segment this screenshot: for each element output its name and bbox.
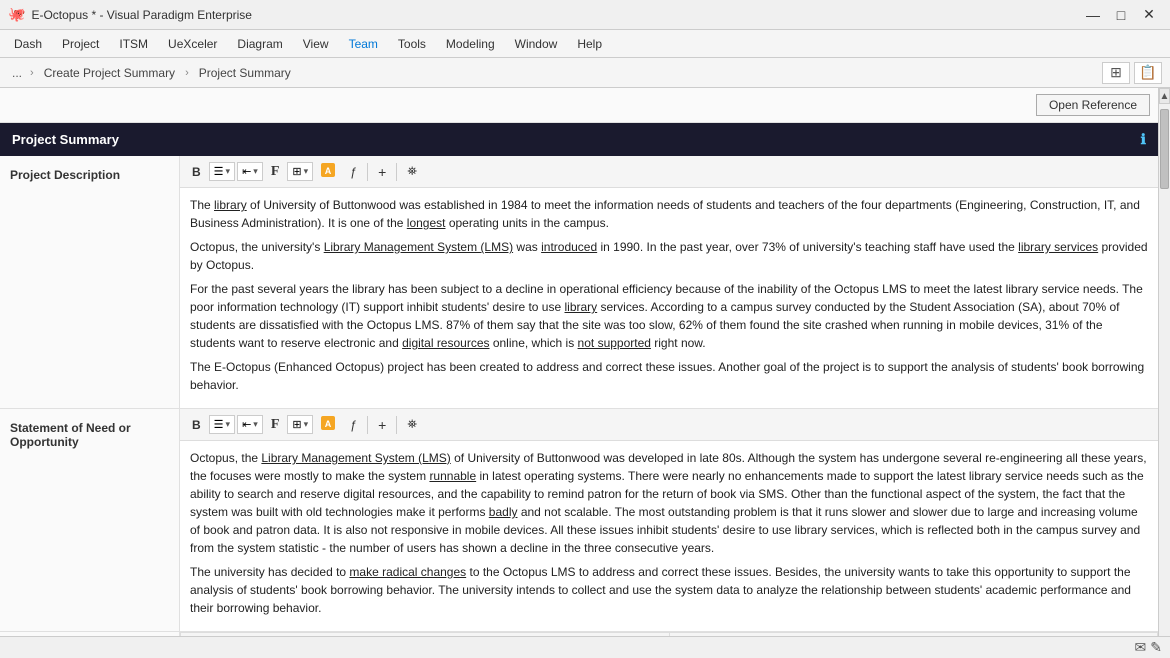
content-wrapper[interactable]: Open Reference Project Summary ℹ Project… [0, 88, 1158, 658]
top-toolbar: Open Reference [0, 88, 1158, 123]
scroll-thumb[interactable] [1160, 109, 1169, 189]
panel-icon-button-2[interactable]: 📋 [1134, 62, 1162, 84]
breadcrumb-sep-2: › [185, 67, 189, 79]
title-bar: 🐙 E-Octopus * - Visual Paradigm Enterpri… [0, 0, 1170, 30]
menu-item-diagram[interactable]: Diagram [227, 33, 292, 55]
menu-item-team[interactable]: Team [339, 33, 388, 55]
format-button-2[interactable]: ƒ [343, 415, 363, 435]
scroll-up-button[interactable]: ▲ [1159, 88, 1170, 104]
project-description-toolbar: B ☰▾ ⇤▾ F ⊞▾ A ƒ + ⛯ [180, 156, 1158, 188]
breadcrumb-sep-1: › [30, 67, 34, 79]
status-bar: ✉ ✎ [0, 636, 1170, 658]
outdent-dropdown-2[interactable]: ⇤▾ [237, 415, 263, 434]
window-controls: — □ ✕ [1080, 5, 1162, 25]
statement-of-need-row: Statement of Need or Opportunity B ☰▾ ⇤▾… [0, 409, 1158, 632]
project-description-content: B ☰▾ ⇤▾ F ⊞▾ A ƒ + ⛯ The library of U [180, 156, 1158, 408]
project-description-text[interactable]: The library of University of Buttonwood … [180, 188, 1158, 408]
font-button-1[interactable]: F [265, 161, 286, 183]
add-button-1[interactable]: + [372, 161, 392, 183]
breadcrumb-project-summary[interactable]: Project Summary [193, 64, 297, 82]
minimize-button[interactable]: — [1080, 5, 1106, 25]
open-reference-button[interactable]: Open Reference [1036, 94, 1150, 116]
edit-icon[interactable]: ✎ [1150, 639, 1162, 656]
menu-item-help[interactable]: Help [567, 33, 612, 55]
breadcrumb-dots[interactable]: ... [8, 64, 26, 82]
svg-text:A: A [325, 419, 332, 429]
scroll-track [1159, 104, 1170, 642]
bold-button-1[interactable]: B [186, 162, 207, 182]
rte-sep-4 [396, 416, 397, 434]
project-summary-header: Project Summary ℹ [0, 123, 1158, 156]
maximize-button[interactable]: □ [1108, 5, 1134, 25]
email-icon[interactable]: ✉ [1135, 639, 1147, 656]
table-dropdown-1[interactable]: ⊞▾ [287, 162, 313, 181]
import-button-2[interactable]: ⛯ [401, 414, 423, 435]
format-button-1[interactable]: ƒ [343, 162, 363, 182]
main-area: Open Reference Project Summary ℹ Project… [0, 88, 1170, 658]
menu-item-uexceler[interactable]: UeXceler [158, 33, 227, 55]
bold-button-2[interactable]: B [186, 415, 207, 435]
list-dropdown-1[interactable]: ☰▾ [209, 162, 235, 181]
menu-item-view[interactable]: View [293, 33, 339, 55]
project-summary-title: Project Summary [12, 132, 119, 147]
list-dropdown-2[interactable]: ☰▾ [209, 415, 235, 434]
menu-item-project[interactable]: Project [52, 33, 109, 55]
project-description-label: Project Description [0, 156, 180, 408]
import-button-1[interactable]: ⛯ [401, 161, 423, 182]
menu-item-itsm[interactable]: ITSM [109, 33, 158, 55]
statement-of-need-content: B ☰▾ ⇤▾ F ⊞▾ A ƒ + ⛯ Octopus, the Lib [180, 409, 1158, 631]
info-icon[interactable]: ℹ [1141, 131, 1146, 148]
right-scrollbar[interactable]: ▲ ▼ [1158, 88, 1170, 658]
app-icon: 🐙 [8, 6, 25, 23]
color-button-2[interactable]: A [315, 413, 341, 436]
project-description-row: Project Description B ☰▾ ⇤▾ F ⊞▾ A ƒ + [0, 156, 1158, 409]
font-button-2[interactable]: F [265, 414, 286, 436]
close-button[interactable]: ✕ [1136, 5, 1162, 25]
rte-sep-3 [367, 416, 368, 434]
outdent-dropdown-1[interactable]: ⇤▾ [237, 162, 263, 181]
menu-item-tools[interactable]: Tools [388, 33, 436, 55]
add-button-2[interactable]: + [372, 414, 392, 436]
panel-icon-button-1[interactable]: ⊞ [1102, 62, 1130, 84]
statement-of-need-label: Statement of Need or Opportunity [0, 409, 180, 631]
table-dropdown-2[interactable]: ⊞▾ [287, 415, 313, 434]
svg-text:A: A [325, 166, 332, 176]
breadcrumb-bar: ... › Create Project Summary › Project S… [0, 58, 1170, 88]
statement-of-need-text[interactable]: Octopus, the Library Management System (… [180, 441, 1158, 631]
statement-toolbar: B ☰▾ ⇤▾ F ⊞▾ A ƒ + ⛯ [180, 409, 1158, 441]
breadcrumb-right-icons: ⊞ 📋 [1102, 62, 1162, 84]
color-button-1[interactable]: A [315, 160, 341, 183]
menu-bar: Dash Project ITSM UeXceler Diagram View … [0, 30, 1170, 58]
menu-item-dash[interactable]: Dash [4, 33, 52, 55]
breadcrumb-create-project-summary[interactable]: Create Project Summary [38, 64, 181, 82]
menu-item-modeling[interactable]: Modeling [436, 33, 505, 55]
title-text: E-Octopus * - Visual Paradigm Enterprise [31, 8, 1080, 22]
menu-item-window[interactable]: Window [505, 33, 568, 55]
rte-sep-2 [396, 163, 397, 181]
rte-sep-1 [367, 163, 368, 181]
